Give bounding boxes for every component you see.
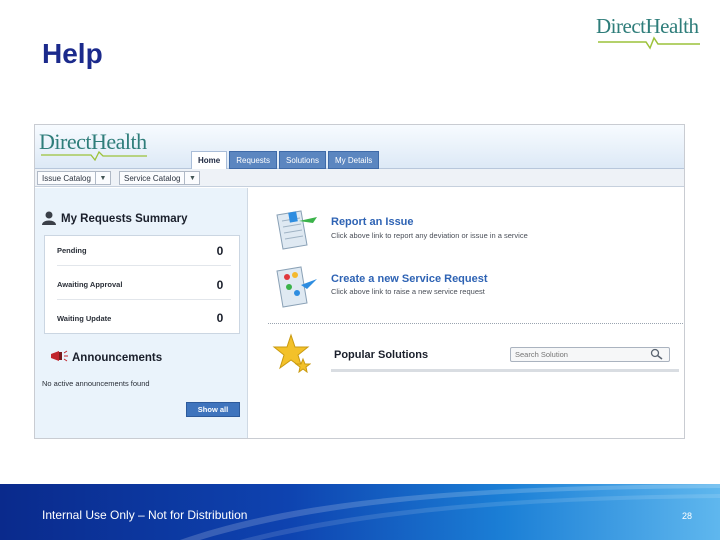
search-solution-input[interactable] xyxy=(510,347,670,362)
summary-title: My Requests Summary xyxy=(61,213,188,225)
report-issue-link[interactable]: Report an Issue xyxy=(331,216,414,228)
star-icon xyxy=(272,333,311,373)
footer-text: Internal Use Only – Not for Distribution xyxy=(42,508,248,522)
app-header: DirectHealth Home Requests Solutions My … xyxy=(35,125,684,169)
count-badge: 0 xyxy=(216,277,224,292)
report-issue-icon xyxy=(276,210,317,250)
summary-box: Pending 0 Awaiting Approval 0 Waiting Up… xyxy=(44,235,240,334)
megaphone-icon xyxy=(51,350,68,362)
search-icon[interactable] xyxy=(650,348,664,360)
pulse-line-icon xyxy=(41,151,147,161)
summary-row-waiting-update[interactable]: Waiting Update 0 xyxy=(57,303,231,333)
chevron-down-icon: ▼ xyxy=(189,174,196,182)
create-service-request-desc: Click above link to raise a new service … xyxy=(331,287,485,296)
service-request-icon xyxy=(276,266,317,308)
pulse-line-icon xyxy=(598,36,700,50)
catalog-bar: Issue Catalog ▼ Service Catalog ▼ xyxy=(35,169,684,187)
chevron-down-icon: ▼ xyxy=(99,174,107,182)
summary-row-pending[interactable]: Pending 0 xyxy=(57,236,231,266)
announcements-title: Announcements xyxy=(72,352,163,364)
user-icon xyxy=(42,211,56,225)
slide-title: Help xyxy=(42,38,103,69)
app-logo: DirectHealth xyxy=(39,129,147,161)
count-badge: 0 xyxy=(216,243,224,258)
left-panel: My Requests Summary Pending 0 Awaiting A… xyxy=(35,188,248,438)
tab-requests[interactable]: Requests xyxy=(229,151,278,169)
count-badge: 0 xyxy=(216,311,224,325)
summary-row-awaiting-approval[interactable]: Awaiting Approval 0 xyxy=(57,270,231,300)
popular-solutions-title: Popular Solutions xyxy=(334,349,429,361)
tab-solutions[interactable]: Solutions xyxy=(279,151,326,169)
section-divider xyxy=(268,323,683,324)
service-catalog-dropdown[interactable]: Service Catalog ▼ xyxy=(119,171,201,185)
announcements-empty-text: No active announcements found xyxy=(42,379,150,388)
tab-my-details[interactable]: My Details xyxy=(327,151,380,169)
tab-home[interactable]: Home xyxy=(191,151,228,169)
create-service-request-link[interactable]: Create a new Service Request xyxy=(331,273,488,285)
directhealth-logo: DirectHealth xyxy=(596,14,700,50)
report-issue-desc: Click above link to report any deviation… xyxy=(331,231,528,240)
show-all-button[interactable]: Show all xyxy=(186,402,240,417)
page-number: 28 xyxy=(682,511,693,521)
app-screenshot: DirectHealth Home Requests Solutions My … xyxy=(34,124,685,439)
issue-catalog-dropdown[interactable]: Issue Catalog ▼ xyxy=(37,171,111,185)
popular-solutions-underline xyxy=(331,369,679,372)
tab-bar: Home Requests Solutions My Details xyxy=(191,151,381,169)
